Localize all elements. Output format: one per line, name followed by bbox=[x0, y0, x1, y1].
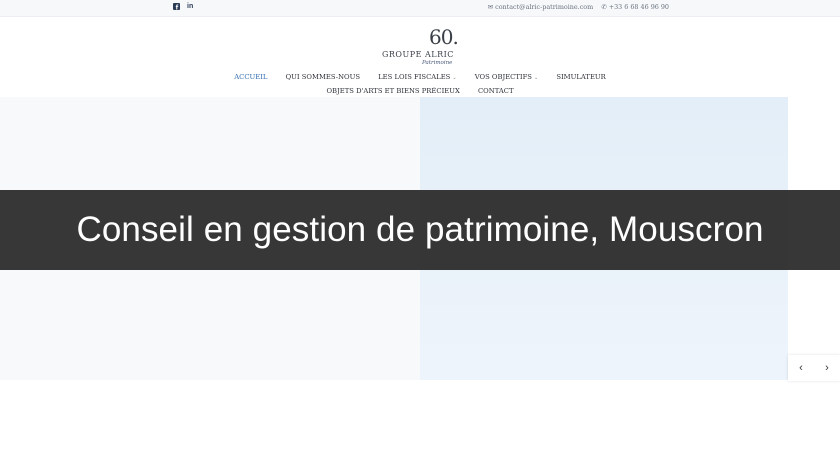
page-title: Conseil en gestion de patrimoine, Mouscr… bbox=[76, 210, 764, 249]
logo-number: 60. bbox=[429, 25, 459, 49]
facebook-icon-glyph: f bbox=[173, 3, 180, 11]
nav-item-label: VOS OBJECTIFS bbox=[474, 73, 532, 81]
logo-name: GROUPE ALRIC bbox=[382, 50, 454, 59]
top-bar: f in ✉ contact@alric-patrimoine.com ✆ +3… bbox=[0, 0, 840, 17]
nav-item-label: LES LOIS FISCALES bbox=[378, 73, 451, 81]
main-nav-row-1: ACCUEIL QUI SOMMES-NOUS LES LOIS FISCALE… bbox=[0, 73, 840, 81]
contact-email[interactable]: contact@alric-patrimoine.com bbox=[495, 3, 593, 11]
nav-item-objets-d-arts[interactable]: OBJETS D'ARTS ET BIENS PRÉCIEUX bbox=[326, 87, 459, 95]
nav-item-simulateur[interactable]: SIMULATEUR bbox=[556, 73, 605, 81]
contact-phone[interactable]: +33 6 68 46 96 90 bbox=[609, 3, 669, 11]
nav-item-lois-fiscales[interactable]: LES LOIS FISCALES ⌄ bbox=[378, 73, 456, 81]
nav-item-vos-objectifs[interactable]: VOS OBJECTIFS ⌄ bbox=[475, 73, 538, 81]
facebook-icon[interactable]: f bbox=[173, 3, 180, 12]
svg-text:f: f bbox=[176, 4, 179, 10]
nav-item-contact[interactable]: CONTACT bbox=[478, 87, 514, 95]
chevron-left-icon[interactable]: ‹ bbox=[794, 361, 808, 375]
site-logo[interactable]: 60. GROUPE ALRIC Patrimoine bbox=[380, 25, 460, 69]
nav-item-qui-sommes-nous[interactable]: QUI SOMMES-NOUS bbox=[286, 73, 360, 81]
chevron-down-icon: ⌄ bbox=[533, 75, 539, 81]
main-nav-row-2: OBJETS D'ARTS ET BIENS PRÉCIEUX CONTACT bbox=[0, 87, 840, 95]
logo-sub: Patrimoine bbox=[422, 60, 453, 66]
title-banner: Conseil en gestion de patrimoine, Mouscr… bbox=[0, 190, 840, 270]
chevron-right-icon[interactable]: › bbox=[820, 361, 834, 375]
envelope-icon: ✉ bbox=[487, 3, 494, 11]
linkedin-icon[interactable]: in bbox=[187, 3, 193, 10]
chevron-down-icon: ⌄ bbox=[452, 75, 457, 81]
slider-controls: ‹ › bbox=[788, 355, 840, 381]
nav-item-accueil[interactable]: ACCUEIL bbox=[234, 73, 267, 81]
phone-icon: ✆ bbox=[601, 3, 607, 11]
contact-info: ✉ contact@alric-patrimoine.com ✆ +33 6 6… bbox=[488, 3, 669, 11]
